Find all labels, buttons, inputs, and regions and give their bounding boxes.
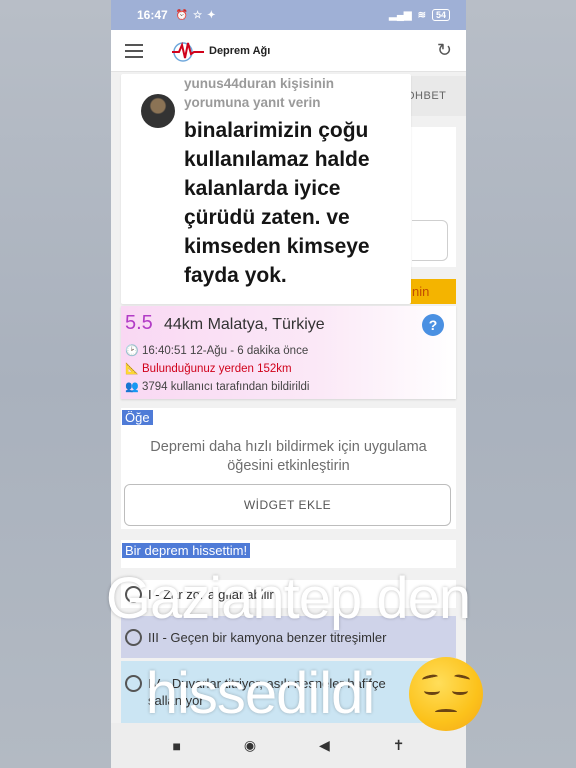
users-icon: 👥 (125, 381, 139, 393)
refresh-icon[interactable]: ↻ (437, 40, 452, 61)
accessibility-icon[interactable]: ✝ (393, 737, 405, 754)
avatar (141, 94, 175, 128)
app-title: Deprem Ağı (209, 44, 271, 57)
clock-icon: 🕑 (125, 345, 139, 357)
alarm-icon: ⏰ (175, 9, 189, 21)
quake-location: 44km Malatya, Türkiye (164, 316, 325, 333)
home-icon[interactable]: ◉ (244, 737, 256, 754)
quake-distance: Bulunduğunuz yerden 152km (142, 362, 292, 375)
pensive-face-icon (409, 657, 483, 731)
quake-time: 16:40:51 12-Ağu - 6 dakika önce (142, 344, 309, 357)
battery-icon: 54 (431, 9, 450, 21)
felt-title: Bir deprem hissettim! (122, 543, 251, 558)
distance-icon: 📐 (125, 363, 139, 375)
seismo-logo-icon (172, 41, 204, 62)
system-nav-bar: ■ ◉ ◀ ✝ (111, 723, 466, 768)
comment-text: binalarimizin çoğu kullanılamaz halde ka… (184, 119, 370, 287)
video-caption-line-1: Gaziantep den (105, 566, 471, 631)
widget-card: Öğe Depremi daha hızlı bildirmek için uy… (121, 408, 456, 529)
app-bar: Deprem Ağı ↻ (111, 30, 466, 72)
felt-quake-header: Bir deprem hissettim! (121, 540, 456, 568)
back-icon[interactable]: ◀ (319, 737, 330, 754)
status-bar: 16:47 ⏰ ☆ ✦ ▂▄▆ ≋ 54 (111, 0, 466, 30)
comment-input[interactable] (412, 220, 448, 261)
sparkle-icon: ✦ (207, 9, 216, 21)
phone-screen: 16:47 ⏰ ☆ ✦ ▂▄▆ ≋ 54 Deprem Ağı ↻ ОHBET … (111, 0, 466, 768)
menu-icon[interactable] (125, 43, 143, 58)
tab-sohbet-label: ОHBET (406, 90, 447, 102)
quake-reports-row: 👥 3794 kullanıcı tarafından bildirildi (125, 380, 310, 394)
wifi-icon: ≋ (417, 9, 426, 21)
quake-distance-row: 📐 Bulunduğunuz yerden 152km (125, 362, 292, 376)
add-widget-button[interactable]: WİDGET EKLE (124, 484, 451, 526)
tab-sohbet[interactable]: ОHBET (406, 76, 466, 116)
app-logo: Deprem Ağı (171, 40, 270, 62)
help-icon[interactable]: ? (422, 314, 444, 336)
quake-reports: 3794 kullanıcı tarafından bildirildi (142, 380, 310, 393)
earthquake-card[interactable]: 5.5 44km Malatya, Türkiye ? 🕑 16:40:51 1… (121, 306, 456, 399)
quake-time-row: 🕑 16:40:51 12-Ağu - 6 dakika önce (125, 344, 309, 358)
signal-icon: ▂▄▆ (389, 9, 412, 21)
send-bar-text: nin (412, 284, 430, 299)
recents-icon[interactable]: ■ (172, 738, 180, 754)
widget-description: Depremi daha hızlı bildirmek için uygula… (150, 439, 427, 474)
reply-comment-popup: yunus44duran kişisinin yorumuna yanıt ve… (121, 74, 411, 304)
magnitude: 5.5 (125, 312, 153, 334)
widget-title: Öğe (122, 410, 153, 425)
reply-header: yunus44duran kişisinin yorumuna yanıt ve… (184, 76, 335, 110)
star-icon: ☆ (193, 9, 203, 21)
status-time: 16:47 (137, 8, 168, 22)
